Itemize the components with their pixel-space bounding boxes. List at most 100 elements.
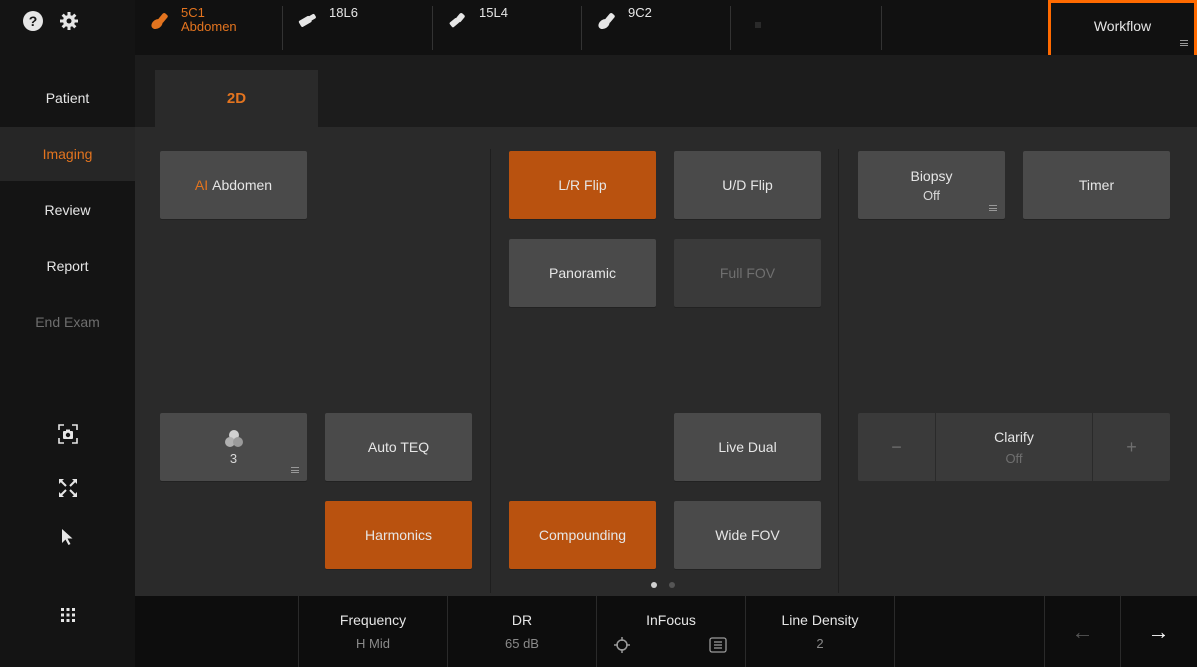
probe-icon — [151, 13, 168, 30]
clarify-increase-button[interactable]: + — [1092, 413, 1170, 481]
probe-tab-9c2[interactable]: 9C2 — [582, 0, 731, 50]
button-label: Clarify — [994, 428, 1034, 445]
back-arrow-button[interactable]: ← — [1044, 596, 1120, 667]
sidebar-item-label: Report — [46, 258, 89, 274]
infocus-control[interactable]: InFocus — [596, 596, 745, 667]
cluster-icon — [224, 429, 243, 447]
line-density-control[interactable]: Line Density 2 — [745, 596, 894, 667]
menu-icon — [989, 205, 997, 211]
dr-control[interactable]: DR 65 dB — [447, 596, 596, 667]
button-label: Panoramic — [549, 265, 616, 281]
control-value: H Mid — [356, 636, 390, 651]
timer-button[interactable]: Timer — [1023, 151, 1170, 219]
sidebar-item-label: Imaging — [42, 146, 93, 162]
control-value: 2 — [816, 636, 824, 651]
button-label: Live Dual — [718, 439, 777, 455]
menu-icon — [291, 467, 299, 473]
clarify-control: − Clarify Off + — [858, 413, 1170, 481]
control-label: Line Density — [781, 612, 859, 628]
divider — [838, 149, 839, 593]
divider — [490, 149, 491, 593]
clarify-button[interactable]: Clarify Off — [936, 413, 1092, 481]
panoramic-button[interactable]: Panoramic — [509, 239, 656, 307]
pointer-icon[interactable] — [0, 517, 135, 557]
button-value: 3 — [229, 450, 238, 466]
crosshair-icon — [614, 637, 630, 653]
infocus-icon-group — [597, 636, 746, 656]
page-dot[interactable] — [669, 582, 675, 588]
probe-icon — [449, 13, 465, 28]
bottom-control-bar: Frequency H Mid DR 65 dB InFocus Line De… — [135, 596, 1197, 667]
button-label: Full FOV — [719, 265, 776, 281]
lr-flip-button[interactable]: L/R Flip — [509, 151, 656, 219]
live-dual-button[interactable]: Live Dual — [674, 413, 821, 481]
probe-tab-18l6[interactable]: 18L6 — [283, 0, 433, 50]
button-label: Abdomen — [212, 177, 273, 193]
button-value: Off — [922, 187, 941, 203]
button-label: Timer — [1078, 177, 1115, 193]
arrow-right-icon: → — [1147, 618, 1170, 644]
camera-capture-icon[interactable] — [0, 414, 135, 454]
auto-teq-button[interactable]: Auto TEQ — [325, 413, 472, 481]
ai-prefix: AI — [194, 177, 209, 193]
probe-name: 18L6 — [329, 5, 358, 20]
control-label: DR — [511, 612, 533, 628]
probe-tab-empty[interactable] — [731, 0, 882, 50]
button-label: Harmonics — [365, 527, 432, 543]
button-label: Compounding — [538, 527, 627, 543]
app-grid-icon[interactable] — [0, 595, 135, 635]
empty-control-slot — [894, 596, 1044, 667]
probe-tab-15l4[interactable]: 15L4 — [433, 0, 582, 50]
button-label: Wide FOV — [715, 527, 780, 543]
probe-tab-bar: 5C1 Abdomen 18L6 15L4 9C2 — [135, 0, 1197, 55]
compounding-button[interactable]: Compounding — [509, 501, 656, 569]
sidebar-item-patient[interactable]: Patient — [0, 71, 135, 125]
probe-preset: Abdomen — [181, 19, 237, 34]
probe-tab-5c1[interactable]: 5C1 Abdomen — [135, 0, 283, 50]
ai-abdomen-button[interactable]: AI Abdomen — [160, 151, 307, 219]
arrow-left-icon: ← — [1071, 618, 1094, 644]
page-dot[interactable] — [651, 582, 657, 588]
tab-2d[interactable]: 2D — [155, 70, 318, 127]
button-label: Biopsy — [910, 167, 953, 184]
sidebar-item-label: Review — [44, 202, 91, 218]
full-fov-button[interactable]: Full FOV — [674, 239, 821, 307]
button-value: Off — [1005, 450, 1023, 466]
forward-arrow-button[interactable]: → — [1120, 596, 1196, 667]
cluster-setting-button[interactable]: 3 — [160, 413, 307, 481]
harmonics-button[interactable]: Harmonics — [325, 501, 472, 569]
sidebar-item-imaging[interactable]: Imaging — [0, 127, 135, 181]
probe-name: 15L4 — [479, 5, 508, 20]
help-icon[interactable]: ? — [22, 10, 44, 32]
empty-slot-indicator — [755, 22, 761, 28]
left-sidebar: ? Patient Imaging Review Report End Exam — [0, 0, 135, 667]
control-label: Frequency — [339, 612, 407, 628]
top-icon-group: ? — [0, 0, 135, 44]
control-value: 65 dB — [505, 636, 539, 651]
list-icon — [709, 637, 727, 653]
probe-icon — [598, 13, 615, 30]
page-indicator — [651, 582, 675, 588]
sidebar-item-report[interactable]: Report — [0, 239, 135, 293]
sidebar-item-label: End Exam — [35, 314, 100, 330]
wide-fov-button[interactable]: Wide FOV — [674, 501, 821, 569]
clarify-decrease-button[interactable]: − — [858, 413, 936, 481]
sidebar-item-review[interactable]: Review — [0, 183, 135, 237]
ud-flip-button[interactable]: U/D Flip — [674, 151, 821, 219]
sidebar-item-end-exam[interactable]: End Exam — [0, 295, 135, 349]
probe-icon — [298, 13, 316, 27]
button-label: U/D Flip — [722, 177, 773, 193]
frequency-control[interactable]: Frequency H Mid — [298, 596, 447, 667]
mode-tab-row: 2D — [135, 55, 1197, 127]
biopsy-button[interactable]: Biopsy Off — [858, 151, 1005, 219]
button-label: L/R Flip — [558, 177, 607, 193]
tab-label: 2D — [226, 90, 247, 107]
fullscreen-icon[interactable] — [0, 468, 135, 508]
probe-name: 5C1 — [181, 5, 205, 20]
control-label: InFocus — [646, 612, 696, 628]
gear-icon[interactable] — [58, 10, 80, 32]
menu-icon — [1180, 40, 1188, 46]
sidebar-item-label: Patient — [45, 90, 90, 106]
button-label: Auto TEQ — [367, 439, 430, 455]
imaging-control-panel: AI Abdomen L/R Flip U/D Flip Biopsy Off T… — [135, 127, 1197, 596]
